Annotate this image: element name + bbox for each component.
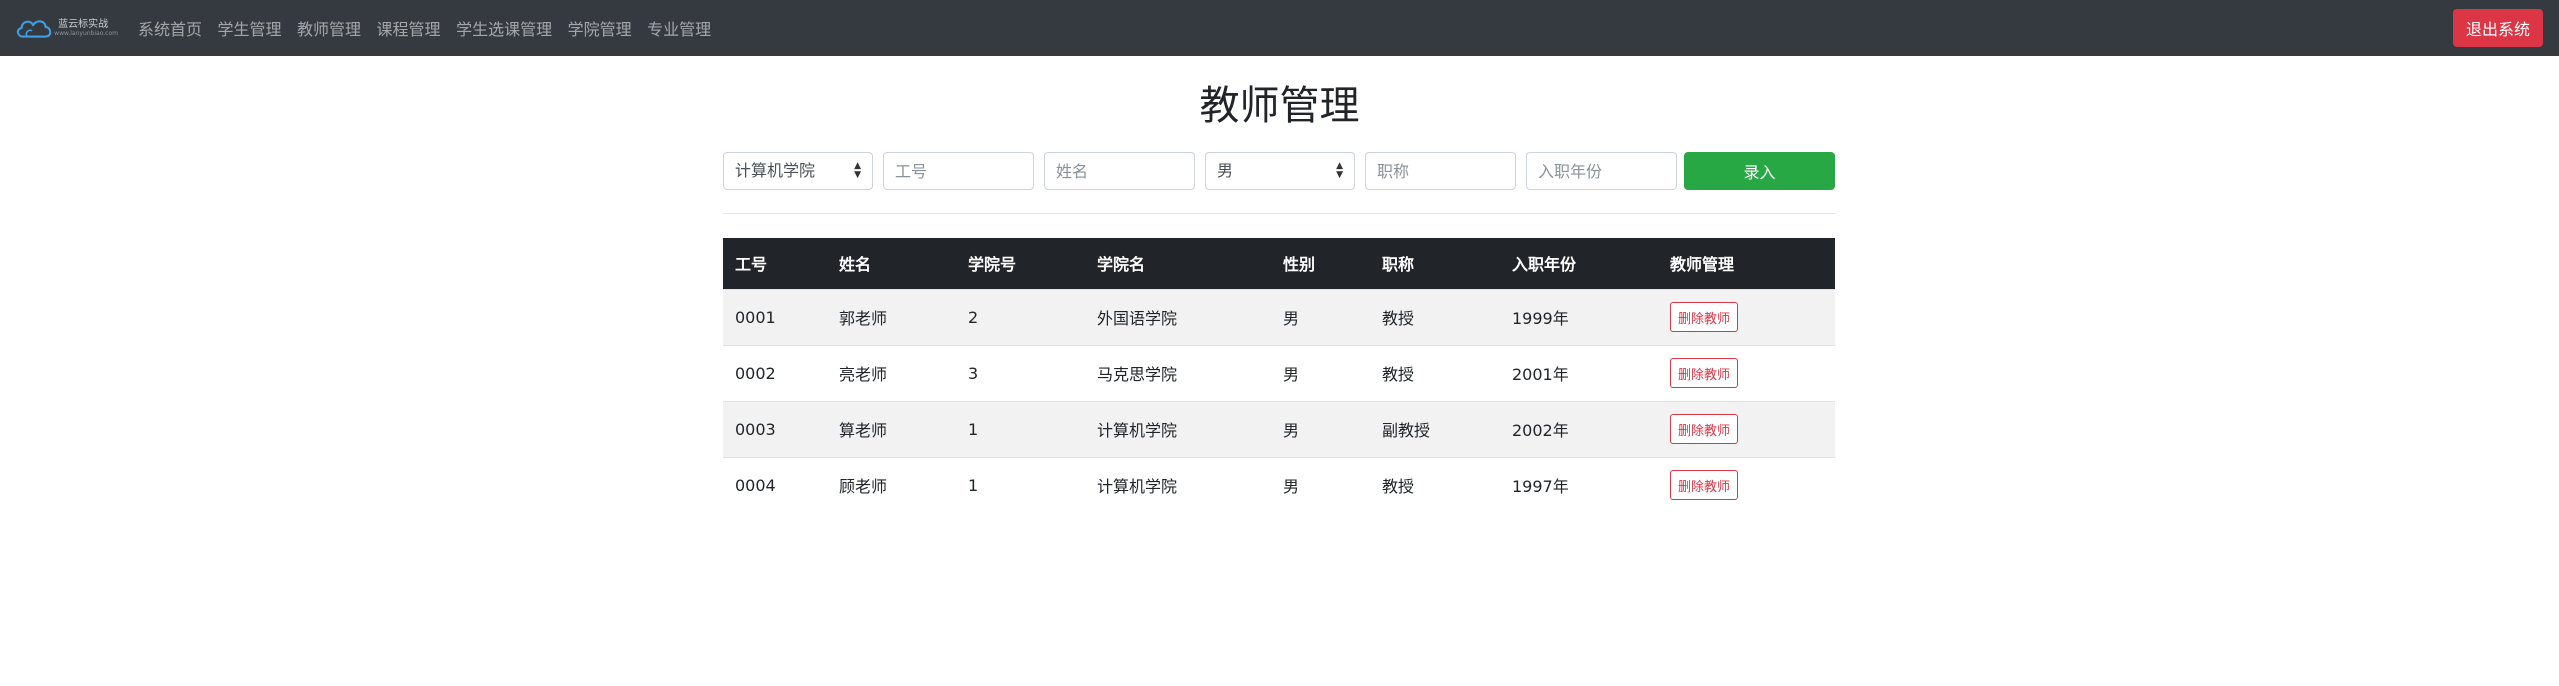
cell-gender: 男 (1271, 344, 1370, 401)
job-title-input[interactable] (1365, 152, 1516, 190)
column-header-college-name: 学院名 (1085, 238, 1271, 289)
brand-logo[interactable]: 蓝云标实战 www.lanyunbiao.com (14, 10, 118, 46)
nav-link-home[interactable]: 系统首页 (138, 16, 202, 40)
cell-title: 副教授 (1370, 400, 1500, 457)
cell-college-no: 2 (956, 288, 1085, 345)
column-header-title: 职称 (1370, 238, 1500, 289)
brand-subtitle: www.lanyunbiao.com (54, 30, 118, 37)
table-row: 0004 顾老师 1 计算机学院 男 教授 1997年 删除教师 (723, 456, 1835, 513)
teacher-entry-form: 计算机学院 ▲▼ 男 ▲▼ 录入 (723, 152, 1835, 190)
nav-menu: 系统首页 学生管理 教师管理 课程管理 学生选课管理 学院管理 专业管理 (138, 0, 727, 56)
cell-id: 0002 (723, 344, 827, 401)
delete-teacher-button[interactable]: 删除教师 (1670, 414, 1739, 444)
cell-year: 1999年 (1500, 288, 1658, 345)
nav-link-colleges[interactable]: 学院管理 (568, 16, 632, 40)
cell-actions: 删除教师 (1658, 456, 1835, 513)
teacher-id-input[interactable] (883, 152, 1034, 190)
column-header-id: 工号 (723, 238, 827, 289)
nav-link-courses[interactable]: 课程管理 (377, 16, 441, 40)
sort-caret-icon: ▲ ▼ (854, 161, 861, 180)
brand-name: 蓝云标实战 (58, 19, 109, 30)
cell-year: 2002年 (1500, 400, 1658, 457)
cell-name: 郭老师 (827, 288, 956, 345)
teacher-table: 工号 姓名 学院号 学院名 性别 职称 入职年份 教师管理 0001 郭老师 2… (723, 238, 1835, 513)
table-row: 0002 亮老师 3 马克思学院 男 教授 2001年 删除教师 (723, 344, 1835, 401)
hire-year-input[interactable] (1526, 152, 1677, 190)
cell-year: 1997年 (1500, 456, 1658, 513)
delete-teacher-button[interactable]: 删除教师 (1670, 470, 1739, 501)
cell-name: 顾老师 (827, 456, 956, 513)
cell-title: 教授 (1370, 344, 1500, 401)
column-header-year: 入职年份 (1500, 238, 1658, 289)
cell-actions: 删除教师 (1658, 400, 1835, 457)
college-select[interactable]: 计算机学院 ▲ ▼ (723, 152, 873, 190)
column-header-gender: 性别 (1271, 238, 1370, 289)
submit-button[interactable]: 录入 (1684, 152, 1835, 190)
nav-link-teachers[interactable]: 教师管理 (297, 16, 361, 40)
cell-college-name: 计算机学院 (1085, 456, 1271, 513)
nav-link-students[interactable]: 学生管理 (218, 16, 282, 40)
cell-college-name: 外国语学院 (1085, 288, 1271, 345)
cell-actions: 删除教师 (1658, 288, 1835, 345)
cell-year: 2001年 (1500, 344, 1658, 401)
gender-select-value: 男 (1217, 161, 1234, 180)
cell-actions: 删除教师 (1658, 344, 1835, 401)
column-header-college-no: 学院号 (956, 238, 1085, 289)
cell-name: 算老师 (827, 400, 956, 457)
cell-college-name: 计算机学院 (1085, 400, 1271, 457)
cell-id: 0001 (723, 288, 827, 345)
cell-gender: 男 (1271, 400, 1370, 457)
cell-gender: 男 (1271, 288, 1370, 345)
divider (723, 213, 1835, 214)
cell-title: 教授 (1370, 456, 1500, 513)
cell-name: 亮老师 (827, 344, 956, 401)
college-select-value: 计算机学院 (735, 161, 816, 180)
delete-teacher-button[interactable]: 删除教师 (1670, 358, 1739, 388)
table-header-row: 工号 姓名 学院号 学院名 性别 职称 入职年份 教师管理 (723, 238, 1835, 289)
sort-caret-icon: ▲ ▼ (1336, 161, 1343, 180)
column-header-actions: 教师管理 (1658, 238, 1835, 289)
column-header-name: 姓名 (827, 238, 956, 289)
gender-select[interactable]: 男 ▲ ▼ (1205, 152, 1355, 190)
delete-teacher-button[interactable]: 删除教师 (1670, 302, 1739, 332)
nav-link-course-selection[interactable]: 学生选课管理 (456, 16, 552, 40)
cloud-icon (16, 20, 52, 38)
nav-link-majors[interactable]: 专业管理 (647, 16, 711, 40)
cell-college-no: 3 (956, 344, 1085, 401)
cell-gender: 男 (1271, 456, 1370, 513)
cell-id: 0004 (723, 456, 827, 513)
cell-college-name: 马克思学院 (1085, 344, 1271, 401)
cell-college-no: 1 (956, 400, 1085, 457)
cell-college-no: 1 (956, 456, 1085, 513)
cell-title: 教授 (1370, 288, 1500, 345)
top-navbar: 蓝云标实战 www.lanyunbiao.com 系统首页 学生管理 教师管理 … (0, 0, 2559, 56)
teacher-name-input[interactable] (1044, 152, 1195, 190)
cell-id: 0003 (723, 400, 827, 457)
table-row: 0003 算老师 1 计算机学院 男 副教授 2002年 删除教师 (723, 400, 1835, 457)
page-title: 教师管理 (1199, 83, 1360, 129)
logout-button[interactable]: 退出系统 (2453, 9, 2543, 47)
table-row: 0001 郭老师 2 外国语学院 男 教授 1999年 删除教师 (723, 288, 1835, 345)
